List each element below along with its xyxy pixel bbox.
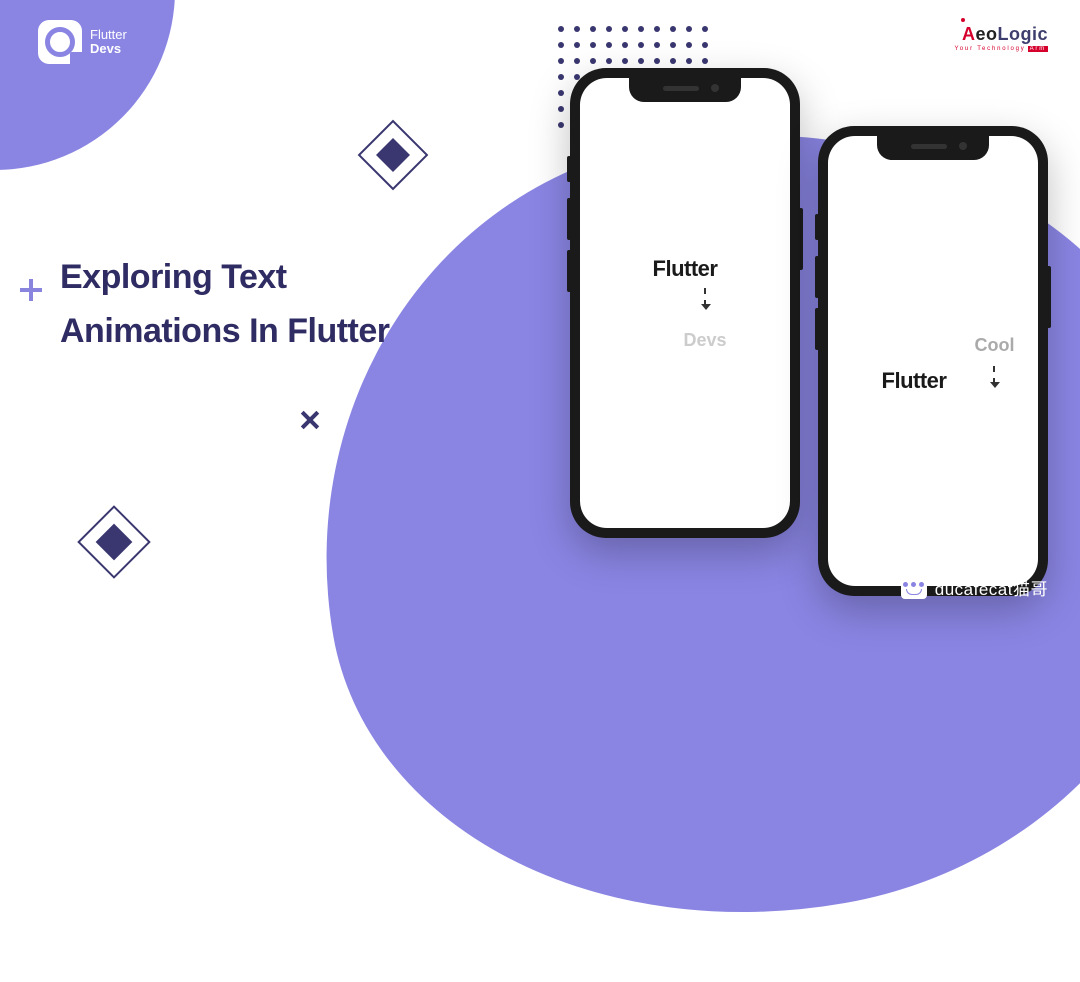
diamond-icon bbox=[77, 505, 151, 579]
phone-content: Flutter Cool bbox=[828, 136, 1038, 586]
aeologic-dot-icon bbox=[961, 18, 965, 22]
phone1-sub-text: Devs bbox=[683, 330, 726, 351]
flutterdevs-logo-text: Flutter Devs bbox=[90, 28, 127, 57]
phone2-sub-text: Cool bbox=[974, 335, 1014, 356]
phone-screen: Flutter Devs bbox=[580, 78, 790, 528]
phone-notch bbox=[629, 78, 741, 102]
phone-screen: Flutter Cool bbox=[828, 136, 1038, 586]
page-title: Exploring Text Animations In Flutter bbox=[60, 250, 390, 359]
phone-side-button bbox=[567, 250, 570, 292]
aeologic-logo: AeoLogic Your TechnologyArm bbox=[955, 24, 1048, 52]
flutterdevs-logo-mark bbox=[38, 20, 82, 64]
phone-side-button bbox=[815, 256, 818, 298]
aeologic-eo: eo bbox=[975, 24, 997, 44]
arrow-down-icon bbox=[993, 366, 995, 384]
plus-icon bbox=[20, 279, 42, 301]
watermark-text: ducafecat猫哥 bbox=[935, 575, 1048, 600]
phone-side-button bbox=[815, 214, 818, 240]
chat-icon bbox=[901, 577, 927, 599]
phone-content: Flutter Devs bbox=[580, 78, 790, 528]
phone-side-button bbox=[567, 198, 570, 240]
flutterdevs-logo-line1: Flutter bbox=[90, 27, 127, 42]
watermark: ducafecat猫哥 bbox=[901, 575, 1048, 600]
phone2-main-text: Flutter bbox=[882, 368, 947, 394]
x-icon bbox=[301, 411, 319, 429]
aeologic-tagline: Your TechnologyArm bbox=[955, 46, 1048, 52]
phone-side-button bbox=[800, 208, 803, 270]
phone-side-button bbox=[1048, 266, 1051, 328]
diamond-icon bbox=[358, 120, 429, 191]
phone-mockup-right: Flutter Cool bbox=[818, 126, 1048, 596]
phone-notch bbox=[877, 136, 989, 160]
title-line-1: Exploring Text bbox=[60, 250, 390, 304]
aeologic-a: A bbox=[962, 24, 976, 44]
flutterdevs-logo: Flutter Devs bbox=[38, 20, 127, 64]
arrow-down-icon bbox=[704, 288, 706, 306]
phone-side-button bbox=[567, 156, 570, 182]
title-line-2: Animations In Flutter bbox=[60, 304, 390, 358]
phone-mockup-left: Flutter Devs bbox=[570, 68, 800, 538]
phone-side-button bbox=[815, 308, 818, 350]
aeologic-logic: Logic bbox=[998, 24, 1049, 44]
flutterdevs-logo-line2: Devs bbox=[90, 41, 121, 56]
phone1-main-text: Flutter bbox=[653, 256, 718, 282]
